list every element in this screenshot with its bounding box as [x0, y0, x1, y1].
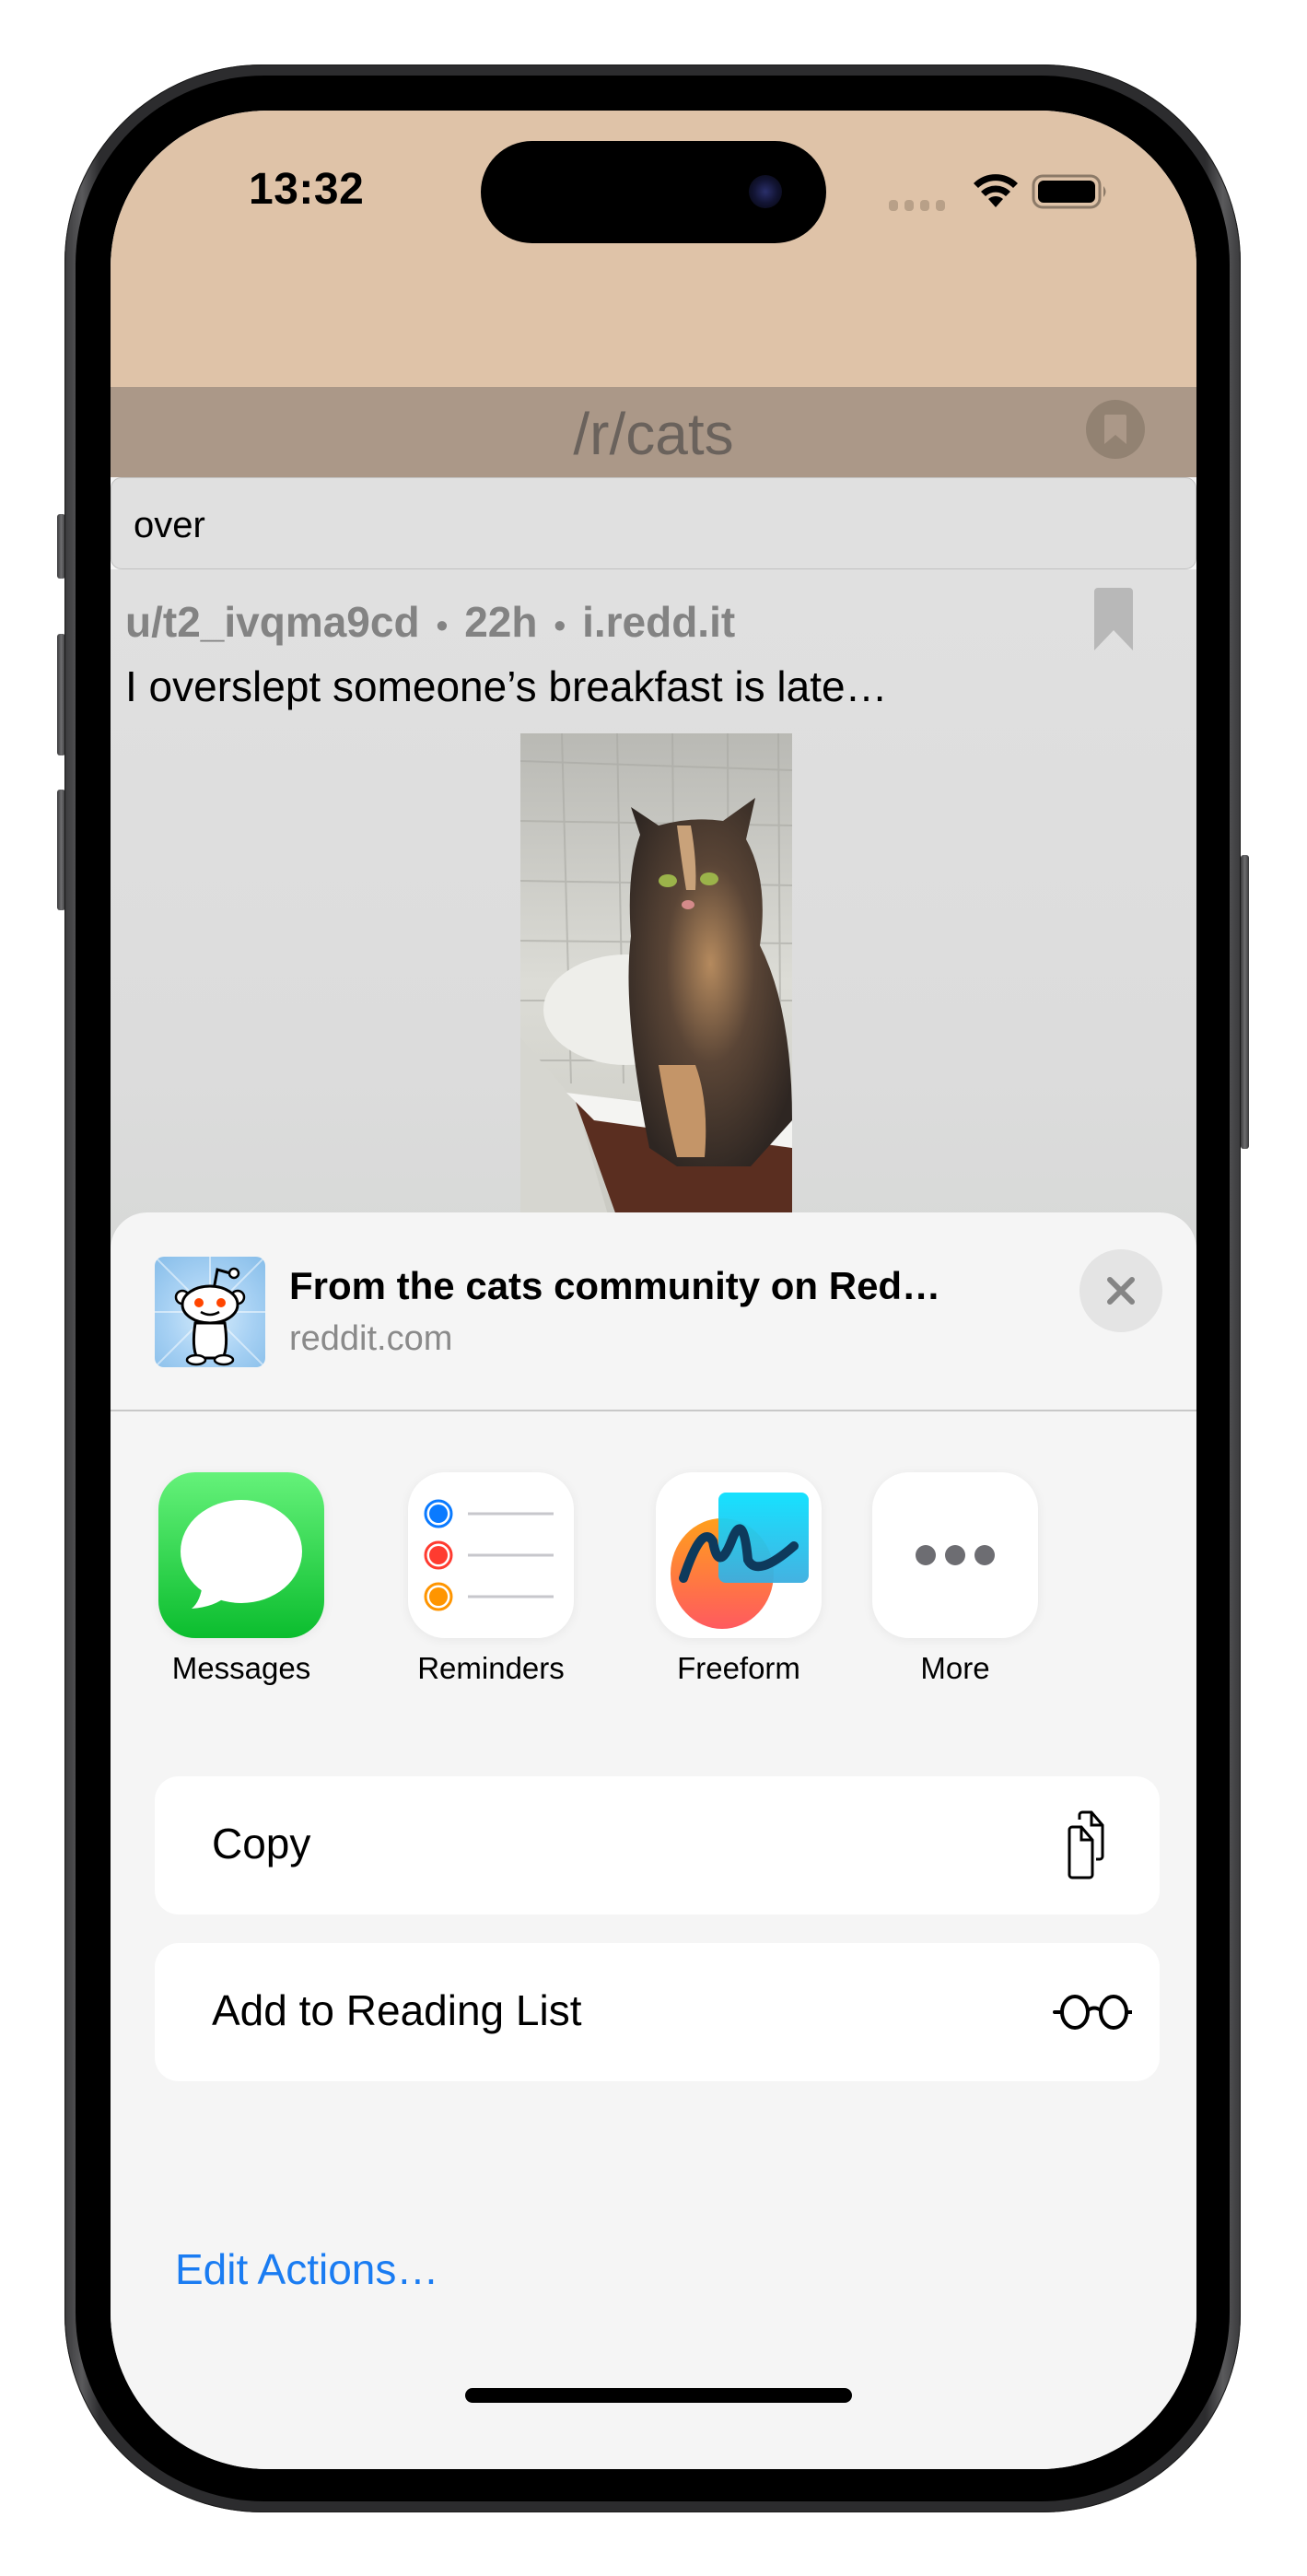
- app-label: More: [920, 1651, 990, 1685]
- wifi-icon: [974, 174, 1018, 207]
- share-app-messages[interactable]: Messages: [158, 1472, 324, 1686]
- search-field[interactable]: [111, 477, 1196, 569]
- close-button[interactable]: [1079, 1249, 1162, 1332]
- saved-posts-button[interactable]: [1086, 400, 1145, 459]
- battery-icon: [1032, 174, 1106, 209]
- search-input[interactable]: [132, 497, 1149, 554]
- close-icon: [1107, 1277, 1135, 1305]
- share-preview-title: From the cats community on Red…: [289, 1264, 941, 1307]
- app-label: Freeform: [677, 1651, 800, 1685]
- cellular-signal-icon: [889, 200, 945, 211]
- app-label: Messages: [171, 1651, 311, 1685]
- action-label: Add to Reading List: [212, 1986, 582, 2034]
- post-meta: u/t2_ivqma9cd • 22h • i.redd.it: [125, 598, 736, 646]
- post-author[interactable]: u/t2_ivqma9cd: [125, 598, 420, 646]
- post-domain[interactable]: i.redd.it: [582, 598, 735, 646]
- copy-icon: [1068, 1810, 1104, 1879]
- post-age: 22h: [464, 598, 538, 646]
- nav-bar: /r/cats: [111, 387, 1196, 477]
- dynamic-island: [481, 141, 826, 243]
- messages-app-icon: [158, 1472, 324, 1638]
- share-app-freeform[interactable]: Freeform: [656, 1472, 822, 1686]
- status-time: 13:32: [249, 165, 365, 214]
- share-sheet: From the cats community on Red… reddit.c…: [111, 1212, 1196, 2469]
- cat-photo: [520, 733, 792, 1231]
- reading-list-glasses-icon: [1053, 1995, 1132, 2030]
- freeform-app-icon: [656, 1472, 822, 1638]
- share-apps-row: Messages Reminders Freeform More: [158, 1472, 1172, 1693]
- bookmark-icon[interactable]: [1094, 588, 1133, 650]
- front-camera: [749, 175, 782, 208]
- share-sheet-header: From the cats community on Red… reddit.c…: [111, 1212, 1196, 1411]
- page-title: /r/cats: [573, 401, 734, 467]
- reminders-app-icon: [408, 1472, 574, 1638]
- reddit-alien-icon: [155, 1257, 265, 1367]
- more-icon: [872, 1472, 1038, 1638]
- phone-screen: 13:32 /r/cats u/t2_ivqma9cd•22h•i.redd.i…: [111, 111, 1196, 2469]
- share-app-reminders[interactable]: Reminders: [408, 1472, 574, 1686]
- app-label: Reminders: [417, 1651, 565, 1685]
- action-copy[interactable]: Copy: [155, 1776, 1160, 1914]
- home-indicator[interactable]: [465, 2388, 852, 2403]
- post-image[interactable]: [520, 733, 792, 1231]
- edit-actions-link[interactable]: Edit Actions…: [175, 2244, 438, 2294]
- post-title[interactable]: I overslept someone’s breakfast is late…: [125, 662, 888, 711]
- share-preview-subtitle: reddit.com: [289, 1319, 453, 1358]
- power-button: [1241, 855, 1249, 1149]
- bookmark-circle-icon: [1104, 415, 1126, 444]
- action-label: Copy: [212, 1820, 311, 1868]
- action-add-to-reading-list[interactable]: Add to Reading List: [155, 1943, 1160, 2081]
- share-app-more[interactable]: More: [872, 1472, 1038, 1686]
